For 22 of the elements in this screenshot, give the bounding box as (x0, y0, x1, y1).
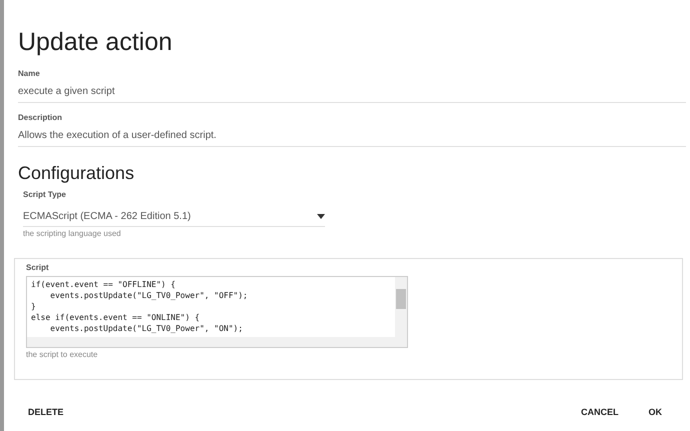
code-line: } (31, 301, 37, 312)
scrollbar[interactable] (395, 277, 407, 337)
dialog-button[interactable]: CANCEL (571, 401, 628, 423)
section-heading: Configurations (18, 163, 136, 184)
code-line: if(event.event == "OFFLINE") { (31, 279, 176, 290)
code-line: events.postUpdate("LG_TV0_Power", "ON"); (49, 323, 244, 334)
code-line: else if(events.event == "ONLINE") { (31, 312, 201, 323)
dialog-button[interactable]: OK (638, 401, 672, 423)
field-label: Script Type (23, 190, 67, 199)
script-editor[interactable]: if(event.event == "OFFLINE") { events.postUpdate("LG_TV0_Power", "OFF"); } else if(events.event == "ONLINE") { events.postUpdate("LG_TV0_Power", "ON"); (26, 276, 408, 348)
delete-button[interactable]: DELETE (18, 401, 74, 423)
hint-text: the script to execute (26, 350, 99, 359)
hint-text: the scripting language used (23, 229, 122, 238)
caret-icon (317, 214, 325, 219)
field-label: Name (18, 69, 41, 78)
scrollbar[interactable] (27, 337, 407, 347)
dropdown-value: ECMAScript (ECMA - 262 Edition 5.1) (23, 211, 191, 222)
field-label: Script (26, 263, 50, 272)
dropdown[interactable]: ECMAScript (ECMA - 262 Edition 5.1) (23, 205, 325, 227)
code-line: events.postUpdate("LG_TV0_Power", "OFF"); (49, 290, 249, 301)
field-label: Description (18, 113, 64, 122)
dialog-title: Update action (18, 28, 174, 57)
